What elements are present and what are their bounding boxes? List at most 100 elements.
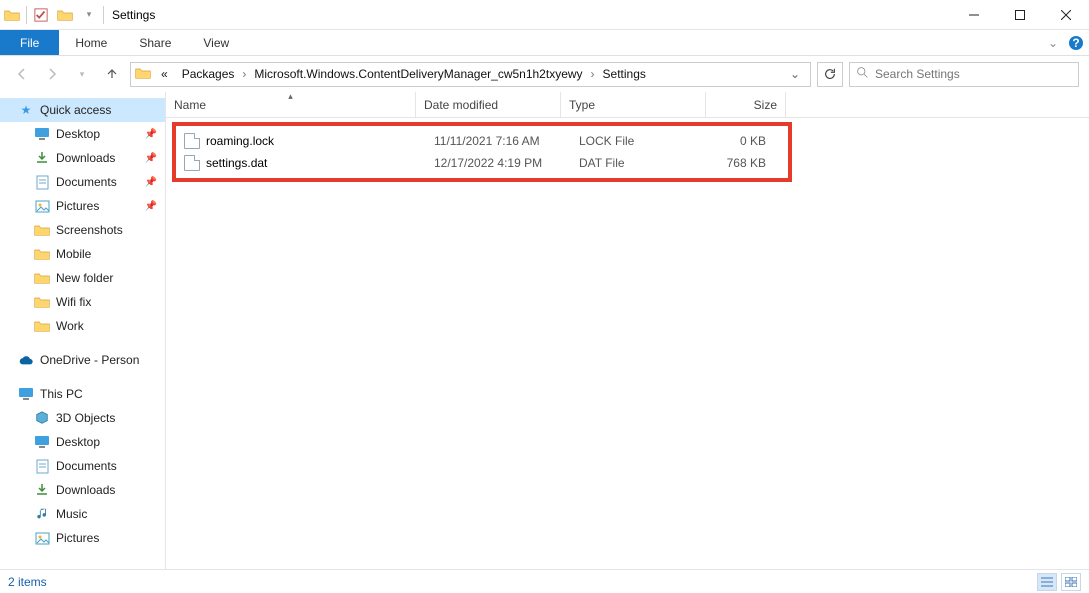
sidebar-item-label: Music	[56, 507, 87, 521]
sidebar-item-label: Screenshots	[56, 223, 123, 237]
sidebar-item-folder[interactable]: Mobile	[0, 242, 165, 266]
sidebar-item-folder[interactable]: Screenshots	[0, 218, 165, 242]
sidebar-item-label: Documents	[56, 175, 117, 189]
close-button[interactable]	[1043, 0, 1089, 30]
sidebar-item-pictures[interactable]: Pictures 📌	[0, 194, 165, 218]
folder-icon	[56, 6, 74, 24]
help-icon[interactable]: ?	[1063, 30, 1089, 55]
folder-icon	[34, 318, 50, 334]
refresh-button[interactable]	[817, 62, 843, 87]
window-title: Settings	[112, 8, 155, 22]
highlight-box: roaming.lock 11/11/2021 7:16 AM LOCK Fil…	[172, 122, 792, 182]
maximize-button[interactable]	[997, 0, 1043, 30]
downloads-icon	[34, 482, 50, 498]
search-box[interactable]	[849, 62, 1079, 87]
column-size[interactable]: Size	[706, 92, 786, 117]
sidebar-item-desktop[interactable]: Desktop	[0, 430, 165, 454]
file-size: 768 KB	[716, 156, 774, 170]
file-row[interactable]: settings.dat 12/17/2022 4:19 PM DAT File…	[176, 152, 788, 174]
chevron-right-icon[interactable]: ›	[242, 67, 246, 81]
sidebar-item-folder[interactable]: Wifi fix	[0, 290, 165, 314]
sidebar-item-label: Wifi fix	[56, 295, 91, 309]
status-text: 2 items	[8, 575, 47, 589]
ribbon-tab-home[interactable]: Home	[59, 30, 123, 55]
sidebar-item-label: Pictures	[56, 199, 99, 213]
view-large-icons-button[interactable]	[1061, 573, 1081, 591]
sidebar-item-this-pc[interactable]: This PC	[0, 382, 165, 406]
sidebar-item-downloads[interactable]: Downloads 📌	[0, 146, 165, 170]
desktop-icon	[34, 434, 50, 450]
star-icon: ★	[18, 102, 34, 118]
ribbon-expand-icon[interactable]: ⌄	[1043, 30, 1063, 55]
folder-icon	[34, 246, 50, 262]
folder-icon	[34, 222, 50, 238]
status-bar: 2 items	[0, 569, 1089, 593]
ribbon-tab-share[interactable]: Share	[123, 30, 187, 55]
ribbon-tab-file[interactable]: File	[0, 30, 59, 55]
chevron-right-icon[interactable]: ›	[591, 67, 595, 81]
column-label: Date modified	[424, 98, 498, 112]
column-headers: Name▴ Date modified Type Size	[166, 92, 1089, 118]
sidebar-item-documents[interactable]: Documents 📌	[0, 170, 165, 194]
ribbon-tab-view[interactable]: View	[187, 30, 245, 55]
sidebar-item-label: Downloads	[56, 483, 115, 497]
file-type: DAT File	[571, 156, 716, 170]
title-bar: ▾ Settings	[0, 0, 1089, 30]
column-label: Type	[569, 98, 595, 112]
sidebar-item-label: Desktop	[56, 435, 100, 449]
sidebar-item-folder[interactable]: New folder	[0, 266, 165, 290]
breadcrumb[interactable]: Microsoft.Windows.ContentDeliveryManager…	[248, 66, 588, 82]
folder-icon	[34, 270, 50, 286]
file-row[interactable]: roaming.lock 11/11/2021 7:16 AM LOCK Fil…	[176, 130, 788, 152]
sidebar-item-pictures[interactable]: Pictures	[0, 526, 165, 550]
up-button[interactable]	[100, 62, 124, 86]
sidebar-item-music[interactable]: Music	[0, 502, 165, 526]
nav-bar: ▾ « Packages › Microsoft.Windows.Content…	[0, 56, 1089, 92]
sidebar-item-downloads[interactable]: Downloads	[0, 478, 165, 502]
view-details-button[interactable]	[1037, 573, 1057, 591]
column-name[interactable]: Name▴	[166, 92, 416, 117]
cube-icon	[34, 410, 50, 426]
sidebar-item-documents[interactable]: Documents	[0, 454, 165, 478]
file-date: 11/11/2021 7:16 AM	[426, 134, 571, 148]
file-icon	[184, 155, 200, 171]
nav-tree: ★ Quick access Desktop 📌 Downloads 📌 Doc…	[0, 92, 166, 569]
address-dropdown-icon[interactable]: ⌄	[784, 67, 806, 81]
column-type[interactable]: Type	[561, 92, 706, 117]
sidebar-item-label: 3D Objects	[56, 411, 115, 425]
title-separator	[26, 6, 27, 24]
pin-icon: 📌	[145, 129, 157, 140]
sidebar-item-desktop[interactable]: Desktop 📌	[0, 122, 165, 146]
forward-button[interactable]	[40, 62, 64, 86]
pin-icon: 📌	[145, 177, 157, 188]
svg-text:?: ?	[1072, 36, 1079, 50]
folder-icon	[3, 6, 21, 24]
address-bar[interactable]: « Packages › Microsoft.Windows.ContentDe…	[130, 62, 811, 87]
sidebar-item-label: This PC	[40, 387, 83, 401]
sidebar-item-onedrive[interactable]: OneDrive - Person	[0, 348, 165, 372]
minimize-button[interactable]	[951, 0, 997, 30]
sidebar-item-label: Mobile	[56, 247, 91, 261]
sidebar-item-quick-access[interactable]: ★ Quick access	[0, 98, 165, 122]
back-button[interactable]	[10, 62, 34, 86]
sidebar-item-label: OneDrive - Person	[40, 353, 139, 367]
file-name: roaming.lock	[206, 134, 274, 148]
recent-dropdown-icon[interactable]: ▾	[70, 62, 94, 86]
file-name: settings.dat	[206, 156, 267, 170]
sidebar-item-folder[interactable]: Work	[0, 314, 165, 338]
pin-icon: 📌	[145, 201, 157, 212]
breadcrumb-prefix[interactable]: «	[155, 66, 174, 82]
qa-dropdown-icon[interactable]: ▾	[80, 6, 98, 24]
breadcrumb[interactable]: Packages	[176, 66, 241, 82]
column-date[interactable]: Date modified	[416, 92, 561, 117]
column-label: Size	[754, 98, 777, 112]
content-area: Name▴ Date modified Type Size roaming.lo…	[166, 92, 1089, 569]
sidebar-item-label: Documents	[56, 459, 117, 473]
breadcrumb[interactable]: Settings	[597, 66, 652, 82]
sidebar-item-label: Pictures	[56, 531, 99, 545]
sidebar-item-label: Quick access	[40, 103, 111, 117]
sidebar-item-3d-objects[interactable]: 3D Objects	[0, 406, 165, 430]
search-input[interactable]	[875, 67, 1072, 81]
downloads-icon	[34, 150, 50, 166]
qa-check-icon[interactable]	[32, 6, 50, 24]
